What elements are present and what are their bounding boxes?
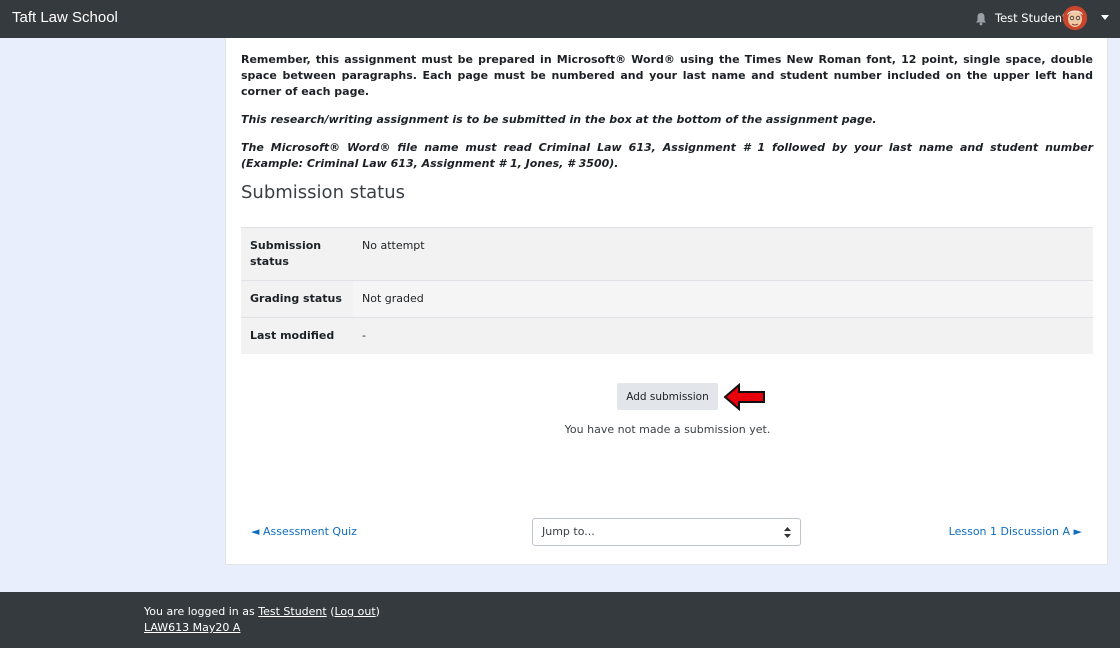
submission-status-table: Submission status No attempt Grading sta… xyxy=(241,227,1093,354)
logout-link[interactable]: Log out xyxy=(335,605,376,618)
no-submission-text: You have not made a submission yet. xyxy=(564,423,771,436)
avatar[interactable] xyxy=(1063,6,1087,30)
chevron-down-icon[interactable] xyxy=(1101,15,1109,20)
add-submission-button[interactable]: Add submission xyxy=(617,383,718,410)
course-info: LAW613 May20 A xyxy=(144,621,240,634)
row-value: No attempt xyxy=(353,227,1093,281)
site-brand[interactable]: Taft Law School xyxy=(12,9,118,26)
assignment-instructions: Remember, this assignment must be prepar… xyxy=(241,52,1093,184)
row-value: Not graded xyxy=(353,280,1093,318)
paren-open: ( xyxy=(326,605,335,618)
previous-activity-link[interactable]: ◄ Assessment Quiz xyxy=(251,525,357,538)
user-menu-name[interactable]: Test Student xyxy=(995,11,1067,25)
instruction-paragraph: This research/writing assignment is to b… xyxy=(241,113,877,126)
table-row: Last modified - xyxy=(241,317,1093,354)
jump-to-select[interactable]: Jump to... xyxy=(532,518,801,546)
bell-icon[interactable] xyxy=(975,12,987,26)
course-link[interactable]: LAW613 May20 A xyxy=(144,621,240,634)
jump-to-selected: Jump to... xyxy=(542,525,595,538)
assignment-card: Remember, this assignment must be prepar… xyxy=(225,38,1108,565)
row-label: Submission status xyxy=(241,227,353,281)
row-label: Last modified xyxy=(241,317,353,354)
page-footer: You are logged in as Test Student (Log o… xyxy=(0,592,1120,648)
top-navbar: Taft Law School Test Student xyxy=(0,0,1120,38)
table-row: Grading status Not graded xyxy=(241,280,1093,318)
paren-close: ) xyxy=(375,605,380,618)
login-prefix: You are logged in as xyxy=(144,605,259,618)
instruction-paragraph: The Microsoft® Word® file name must read… xyxy=(241,141,1093,170)
arrow-left-icon xyxy=(723,383,765,411)
row-label: Grading status xyxy=(241,280,353,318)
table-row: Submission status No attempt xyxy=(241,227,1093,281)
avatar-image xyxy=(1063,6,1087,30)
next-activity-link[interactable]: Lesson 1 Discussion A ► xyxy=(949,525,1082,538)
profile-link[interactable]: Test Student xyxy=(258,605,326,618)
login-info: You are logged in as Test Student (Log o… xyxy=(144,605,380,618)
submission-status-heading: Submission status xyxy=(241,182,406,203)
row-value: - xyxy=(353,317,1093,354)
instruction-paragraph: Remember, this assignment must be prepar… xyxy=(241,53,1093,98)
select-arrows-icon xyxy=(784,527,791,538)
